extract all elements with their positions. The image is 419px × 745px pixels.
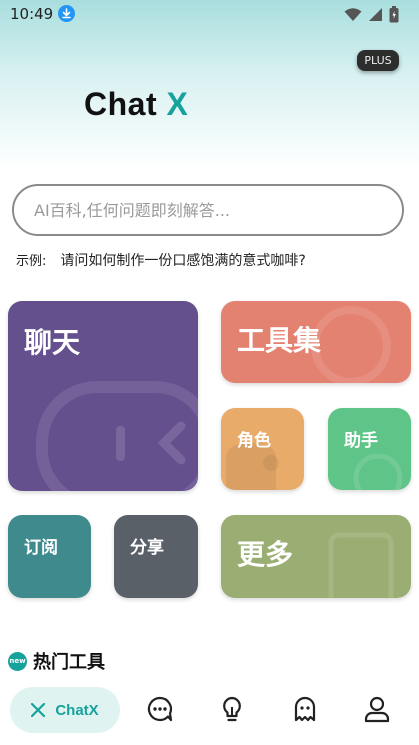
search-box[interactable] (12, 184, 404, 236)
chat-tile-label: 聊天 (24, 326, 81, 359)
helper-tile[interactable]: 助手 (328, 408, 411, 490)
battery-icon (389, 5, 399, 22)
nav-ideas[interactable] (218, 695, 246, 723)
nav-chatx-label: ChatX (55, 701, 99, 719)
status-icons (344, 5, 399, 23)
brand-accent: X (166, 86, 189, 122)
lightbulb-icon (223, 696, 241, 722)
chat-icon (147, 696, 173, 722)
brand-main: Chat (84, 86, 167, 122)
wifi-icon (344, 7, 362, 21)
ghost-icon (294, 696, 316, 722)
example-label: 示例: (16, 254, 47, 269)
close-icon (31, 703, 46, 717)
more-tile-label: 更多 (237, 538, 294, 571)
share-tile[interactable]: 分享 (114, 515, 198, 598)
helper-tile-label: 助手 (344, 431, 378, 451)
nav-chatx[interactable]: ChatX (10, 687, 120, 733)
chat-bubble-icon (36, 381, 198, 491)
signal-icon (369, 7, 382, 21)
app-logo-title: Chat X (84, 86, 188, 123)
nav-roles[interactable] (291, 695, 319, 723)
example-prompt[interactable]: 示例: 请问如何制作一份口感饱满的意式咖啡? (16, 250, 306, 270)
chat-tile[interactable]: 聊天 (8, 301, 198, 491)
hot-tools-title: 热门工具 (33, 652, 105, 673)
assistant-icon (353, 453, 403, 490)
download-icon (58, 5, 75, 22)
hot-tools-header: new 热门工具 (8, 648, 105, 674)
new-badge-icon: new (8, 651, 27, 671)
example-text[interactable]: 请问如何制作一份口感饱满的意式咖啡? (60, 250, 305, 270)
status-bar: 10:49 (0, 0, 419, 28)
user-icon (364, 696, 390, 723)
more-tile[interactable]: 更多 (221, 515, 411, 598)
tools-tile[interactable]: 工具集 (221, 301, 411, 383)
search-input[interactable] (32, 199, 376, 221)
nav-profile[interactable] (363, 695, 391, 723)
subscribe-tile[interactable]: 订阅 (8, 515, 91, 598)
subscribe-tile-label: 订阅 (24, 538, 58, 558)
role-tile-label: 角色 (237, 431, 271, 451)
plus-badge[interactable]: PLUS (357, 50, 399, 71)
bottom-nav: ChatX (0, 684, 419, 736)
more-decoration-icon (328, 532, 394, 598)
role-tile[interactable]: 角色 (221, 408, 304, 490)
tools-tile-label: 工具集 (237, 324, 322, 357)
status-time: 10:49 (10, 5, 54, 23)
share-tile-label: 分享 (130, 538, 164, 558)
nav-chat[interactable] (146, 695, 174, 723)
